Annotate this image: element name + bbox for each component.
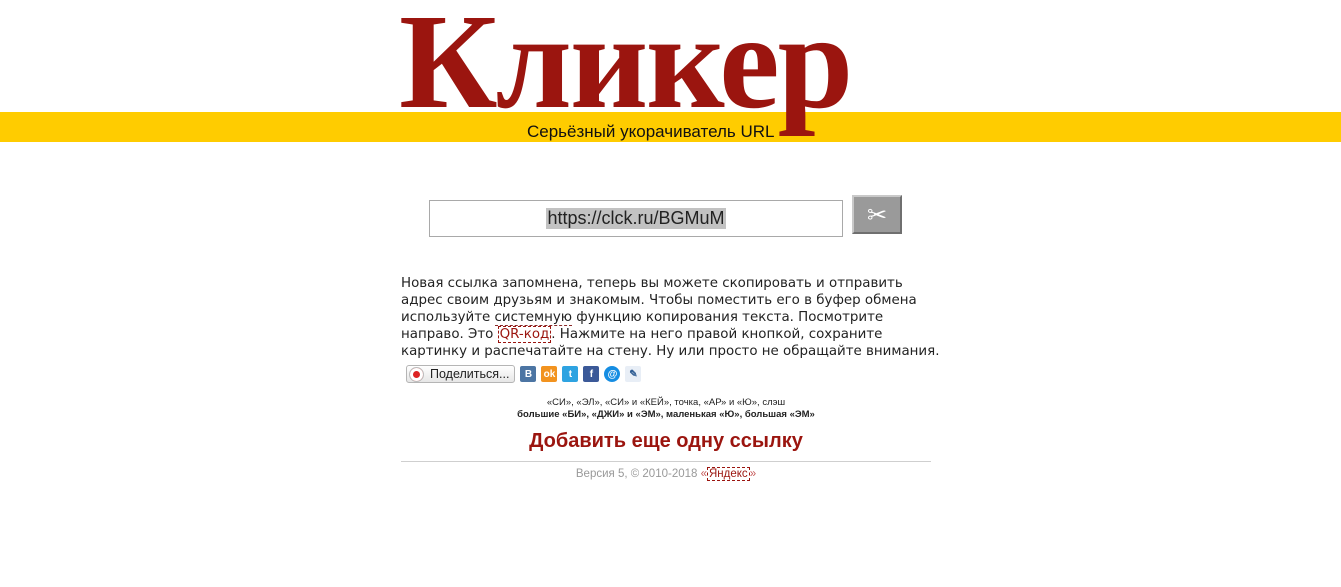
footer-divider [401,461,931,462]
footer-text: Версия 5, © 2010-2018 [575,468,701,480]
footer: Версия 5, © 2010-2018 «Яндекс» [401,467,931,481]
vkontakte-icon[interactable]: В [520,366,537,382]
moimir-icon[interactable]: @ [604,366,621,382]
scissors-icon: ✂ [866,200,888,229]
qr-code-link[interactable]: QR-код [497,326,552,343]
success-message: Новая ссылка запомнена, теперь вы можете… [401,275,941,360]
site-logo[interactable]: Кликер [399,0,853,130]
odnoklassniki-icon[interactable]: ok [541,366,558,382]
system-word: системную [494,310,573,326]
twitter-icon[interactable]: t [562,366,579,382]
yandex-link[interactable]: Яндекс [707,467,750,481]
short-url-value[interactable]: https://clck.ru/BGMuM [546,208,726,229]
share-button-label: Поделиться... [430,367,510,381]
short-url-field[interactable]: https://clck.ru/BGMuM [429,200,843,237]
footer-close-quote: » [749,468,757,480]
spelling-line-1: «СИ», «ЭЛ», «СИ» и «КЕЙ», точка, «АР» и … [546,397,786,408]
tagline: Серьёзный укорачиватель URL [527,122,775,141]
shorten-button[interactable]: ✂ [852,195,902,234]
spelling-line-2: большие «БИ», «ДЖИ» и «ЭМ», маленькая «Ю… [517,409,815,420]
share-button[interactable]: Поделиться... [406,365,516,383]
share-icon [410,367,423,381]
url-spelling-hint: «СИ», «ЭЛ», «СИ» и «КЕЙ», точка, «АР» и … [401,397,931,421]
facebook-icon[interactable]: f [583,366,600,382]
livejournal-icon[interactable]: ✎ [625,366,642,382]
share-toolbar: Поделиться... В ok t f @ ✎ [406,364,646,384]
add-another-link[interactable]: Добавить еще одну ссылку [401,430,931,453]
